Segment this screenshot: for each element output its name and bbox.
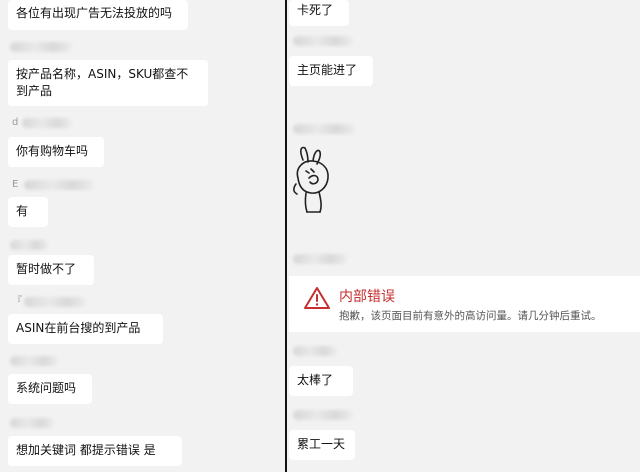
sender-name-blurred (293, 124, 355, 134)
chat-message: 累工一天 (289, 430, 355, 460)
chat-message: ASIN在前台搜的到产品 (8, 314, 163, 344)
sender-name-blurred (293, 254, 347, 264)
sender-name-blurred (10, 240, 48, 250)
chat-message: 想加关键词 都提示错误 是 (8, 436, 182, 466)
left-chat-panel: 各位有出现广告无法投放的吗 按产品名称，ASIN，SKU都查不到产品 d 你有购… (0, 0, 285, 472)
chat-message: 系统问题吗 (8, 374, 92, 404)
sender-initial: E (12, 179, 19, 190)
chat-message: 卡死了 (289, 0, 349, 26)
sender-initial: d (12, 117, 19, 128)
warning-triangle-icon (303, 285, 331, 311)
sender-name-blurred (293, 36, 353, 46)
sender-name-blurred (22, 118, 72, 128)
error-title: 内部错误 (339, 289, 395, 305)
sender-name-blurred (24, 180, 94, 190)
right-chat-panel: 卡死了 主页能进了 太棒了 累工一天 (287, 0, 640, 472)
chat-message: 主页能进了 (289, 56, 373, 86)
sender-name-blurred (10, 356, 58, 366)
chat-message: 有 (8, 197, 48, 227)
chat-message: 暂时做不了 (8, 255, 94, 285)
rabbit-sticker-icon (293, 146, 329, 213)
chat-message: 你有购物车吗 (8, 137, 104, 167)
sender-name-blurred (10, 418, 54, 428)
error-card: 内部错误 抱歉，该页面目前有意外的高访问量。请几分钟后重试。 (289, 276, 640, 332)
sender-name-blurred (24, 297, 86, 307)
sender-name-blurred (10, 42, 72, 52)
rabbit-sticker (289, 144, 339, 216)
chat-message: 按产品名称，ASIN，SKU都查不到产品 (8, 60, 208, 106)
error-description: 抱歉，该页面目前有意外的高访问量。请几分钟后重试。 (339, 310, 602, 322)
chat-message: 各位有出现广告无法投放的吗 (8, 0, 188, 30)
chat-message: 太棒了 (289, 366, 353, 396)
sender-name-blurred (293, 346, 337, 356)
sender-name-blurred (293, 410, 353, 420)
sender-initial: 『 (12, 296, 22, 307)
